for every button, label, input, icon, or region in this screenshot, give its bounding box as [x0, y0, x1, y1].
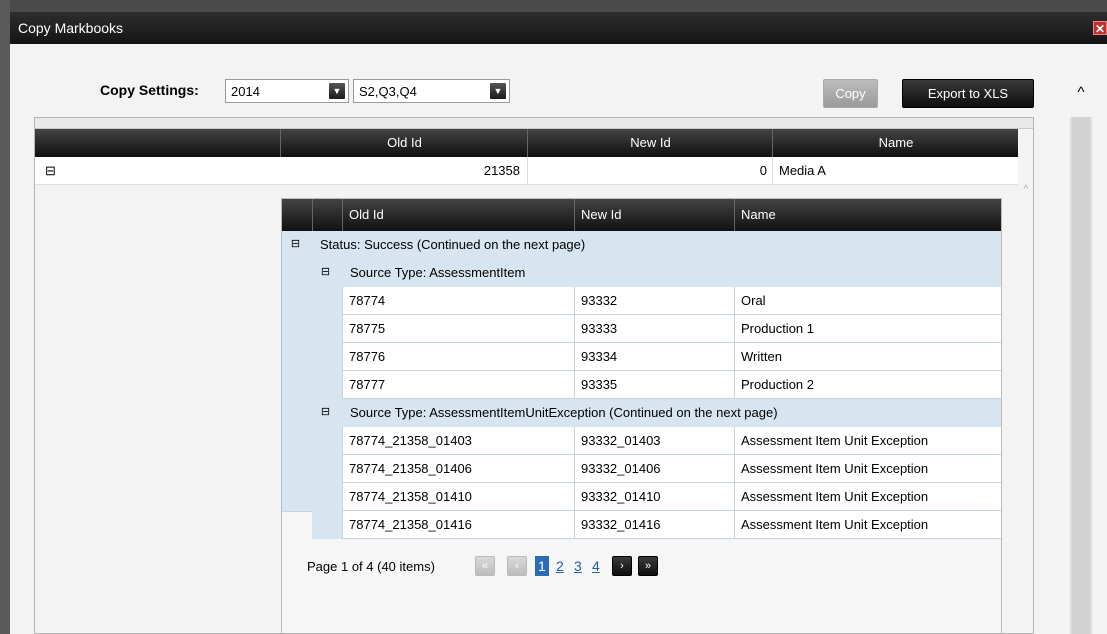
source-type-group-row[interactable]: ⊟ Source Type: AssessmentItem	[312, 259, 1001, 288]
header-expand-col	[35, 129, 280, 157]
header-old-id[interactable]: Old Id	[280, 129, 528, 157]
cell-name: Production 1	[734, 315, 1001, 343]
grid-group-panel	[35, 118, 1033, 129]
detail-grid: Old Id New Id Name ⊟ Status: Success (Co…	[281, 198, 1002, 633]
cell-name: Assessment Item Unit Exception	[734, 483, 1001, 511]
cell-new-id: 93334	[574, 343, 734, 371]
detail-grid-header: Old Id New Id Name	[282, 199, 1001, 231]
status-group-label: Status: Success (Continued on the next p…	[320, 237, 586, 252]
copy-markbooks-dialog: Copy Markbooks ✕ Copy Settings: 2014 ▼ S…	[10, 12, 1107, 634]
table-row[interactable]: 78774 93332 Oral	[342, 287, 1001, 315]
cell-new-id: 93333	[574, 315, 734, 343]
next-page-icon[interactable]: ›	[612, 556, 632, 576]
page-link-1[interactable]: 1	[535, 556, 549, 576]
last-page-icon[interactable]: »	[638, 556, 658, 576]
cell-new-id: 93332_01410	[574, 483, 734, 511]
table-row[interactable]: 78774_21358_01416 93332_01416 Assessment…	[342, 511, 1001, 539]
source-type-label: Source Type: AssessmentItemUnitException…	[350, 405, 778, 420]
export-xls-button[interactable]: Export to XLS	[902, 79, 1034, 108]
dialog-titlebar: Copy Markbooks ✕	[10, 12, 1107, 44]
group-indent	[282, 259, 312, 512]
grid-scrollbar[interactable]: ^	[1019, 129, 1033, 633]
source-type-group-row[interactable]: ⊟ Source Type: AssessmentItemUnitExcepti…	[312, 399, 1001, 428]
page-link-4[interactable]: 4	[592, 558, 600, 574]
copy-button[interactable]: Copy	[823, 79, 878, 108]
cell-old-id: 78774_21358_01410	[342, 483, 574, 511]
prev-page-icon[interactable]: ‹	[507, 556, 527, 576]
header-name[interactable]: Name	[734, 199, 1001, 231]
cell-new-id: 93332	[574, 287, 734, 315]
row-new-id: 0	[527, 157, 767, 184]
cell-name: Production 2	[734, 371, 1001, 399]
row-name: Media A	[772, 157, 1019, 184]
table-row[interactable]: 78776 93334 Written	[342, 343, 1001, 371]
header-new-id[interactable]: New Id	[574, 199, 734, 231]
table-row[interactable]: 78774_21358_01403 93332_01403 Assessment…	[342, 427, 1001, 455]
scroll-up-icon[interactable]: ^	[1019, 184, 1033, 198]
year-select[interactable]: 2014 ▼	[225, 79, 349, 103]
scroll-up-icon[interactable]: ^	[1070, 69, 1092, 117]
cell-old-id: 78774_21358_01403	[342, 427, 574, 455]
cell-new-id: 93332_01403	[574, 427, 734, 455]
chevron-down-icon[interactable]: ▼	[329, 83, 345, 99]
chevron-down-icon[interactable]: ▼	[490, 83, 506, 99]
cell-new-id: 93332_01406	[574, 455, 734, 483]
cell-name: Written	[734, 343, 1001, 371]
close-icon[interactable]: ✕	[1093, 21, 1107, 36]
dialog-title: Copy Markbooks	[18, 20, 124, 36]
cell-new-id: 93335	[574, 371, 734, 399]
cell-old-id: 78777	[342, 371, 574, 399]
header-new-id[interactable]: New Id	[527, 129, 773, 157]
page-link-3[interactable]: 3	[574, 558, 582, 574]
cell-old-id: 78774	[342, 287, 574, 315]
copy-settings-label: Copy Settings:	[100, 82, 199, 98]
year-select-value: 2014	[231, 84, 260, 99]
page-link-2[interactable]: 2	[556, 558, 564, 574]
group-indent	[312, 287, 342, 400]
row-old-id: 21358	[483, 163, 520, 178]
background-strip	[0, 0, 10, 634]
header-group-col	[312, 199, 342, 231]
header-group-col	[282, 199, 312, 231]
collapse-icon[interactable]: ⊟	[320, 407, 331, 418]
collapse-icon[interactable]: ⊟	[320, 267, 331, 278]
cell-new-id: 93332_01416	[574, 511, 734, 539]
dialog-scrollbar[interactable]: ^	[1070, 69, 1092, 634]
status-group-row[interactable]: ⊟ Status: Success (Continued on the next…	[282, 231, 1001, 260]
cell-old-id: 78775	[342, 315, 574, 343]
cell-name: Assessment Item Unit Exception	[734, 511, 1001, 539]
cell-old-id: 78776	[342, 343, 574, 371]
first-page-icon[interactable]: «	[475, 556, 495, 576]
header-name[interactable]: Name	[772, 129, 1019, 157]
collapse-icon[interactable]: ⊟	[290, 239, 301, 250]
group-indent	[312, 427, 342, 540]
header-old-id[interactable]: Old Id	[342, 199, 574, 231]
table-row[interactable]: 78774_21358_01410 93332_01410 Assessment…	[342, 483, 1001, 511]
table-row[interactable]: 78777 93335 Production 2	[342, 371, 1001, 399]
cell-old-id: 78774_21358_01416	[342, 511, 574, 539]
terms-select-value: S2,Q3,Q4	[359, 84, 417, 99]
terms-select[interactable]: S2,Q3,Q4 ▼	[353, 79, 510, 103]
cell-old-id: 78774_21358_01406	[342, 455, 574, 483]
collapse-icon[interactable]: ⊟	[45, 157, 57, 184]
pager-summary: Page 1 of 4 (40 items)	[307, 559, 435, 574]
scrollbar-thumb[interactable]	[1072, 117, 1090, 634]
source-type-label: Source Type: AssessmentItem	[350, 265, 526, 280]
cell-name: Assessment Item Unit Exception	[734, 455, 1001, 483]
cell-name: Assessment Item Unit Exception	[734, 427, 1001, 455]
table-row[interactable]: ⊟ 21358 0 Media A	[35, 157, 1018, 185]
grid-header: Old Id New Id Name	[35, 129, 1018, 157]
table-row[interactable]: 78774_21358_01406 93332_01406 Assessment…	[342, 455, 1001, 483]
markbooks-grid: Old Id New Id Name ⊟ 21358 0 Media A ^ O…	[34, 117, 1034, 634]
table-row[interactable]: 78775 93333 Production 1	[342, 315, 1001, 343]
pager: Page 1 of 4 (40 items) « ‹ 1 2 3 4 › »	[282, 539, 1001, 599]
cell-name: Oral	[734, 287, 1001, 315]
